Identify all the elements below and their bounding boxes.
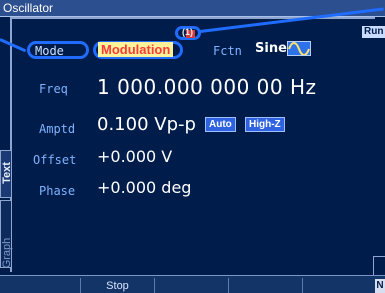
- panel-corner: [373, 256, 385, 275]
- freq-label[interactable]: Freq: [39, 82, 68, 96]
- status-indicator-text: (1): [182, 27, 193, 37]
- mode-label[interactable]: Mode: [35, 44, 64, 58]
- tab-graph[interactable]: Graph: [0, 200, 13, 269]
- amptd-label[interactable]: Amptd: [39, 122, 75, 136]
- tab-text[interactable]: Text: [0, 150, 13, 198]
- softkey-4[interactable]: [228, 278, 302, 293]
- fctn-label[interactable]: Fctn: [213, 44, 242, 58]
- phase-label[interactable]: Phase: [39, 184, 75, 198]
- softkey-more[interactable]: N: [375, 279, 385, 293]
- offset-label[interactable]: Offset: [33, 153, 76, 167]
- softkey-1[interactable]: [0, 278, 80, 293]
- amptd-value[interactable]: 0.100 Vp-p: [97, 114, 196, 135]
- softkey-3[interactable]: [154, 278, 228, 293]
- phase-value[interactable]: +0.000 deg: [97, 178, 191, 197]
- offset-value[interactable]: +0.000 V: [97, 147, 172, 166]
- sine-wave-icon: [287, 41, 311, 56]
- high-z-badge[interactable]: High-Z: [245, 117, 285, 132]
- mode-value[interactable]: Modulation: [98, 42, 174, 57]
- run-badge: Run: [362, 26, 385, 38]
- softkey-5[interactable]: [302, 278, 375, 293]
- window-title: Oscillator: [3, 1, 54, 15]
- freq-value[interactable]: 1 000.000 000 00 Hz: [97, 75, 317, 99]
- auto-badge[interactable]: Auto: [205, 117, 236, 132]
- tab-graph-label: Graph: [1, 237, 13, 269]
- softkey-bar: Stop: [0, 275, 385, 293]
- tab-text-label: Text: [1, 162, 13, 184]
- softkey-stop-label: Stop: [106, 280, 129, 292]
- oscillator-screen: Oscillator Text Graph (1) Run Mode Modul…: [0, 0, 385, 293]
- side-tabs: Text Graph: [0, 150, 13, 270]
- softkey-stop[interactable]: Stop: [80, 278, 154, 293]
- fctn-value[interactable]: Sine: [255, 41, 287, 56]
